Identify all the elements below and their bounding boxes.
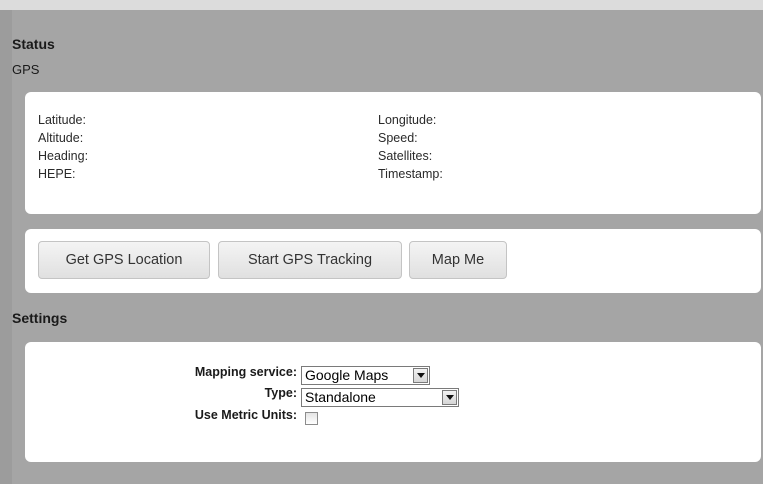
status-subtitle: GPS — [12, 62, 40, 77]
status-title: Status — [12, 36, 55, 52]
status-panel: Latitude: Altitude: Heading: HEPE: Longi… — [25, 92, 761, 214]
type-select[interactable]: Standalone — [301, 388, 459, 407]
heading-label: Heading: — [38, 149, 89, 163]
hepe-label: HEPE: — [38, 167, 76, 181]
settings-title: Settings — [12, 310, 68, 326]
mapping-service-label: Mapping service: — [194, 365, 297, 379]
top-strip — [0, 0, 763, 10]
altitude-label: Altitude: — [38, 131, 84, 145]
gps-content: Status GPS Latitude: Altitude: Heading: … — [12, 10, 763, 484]
map-me-button[interactable]: Map Me — [409, 241, 507, 279]
actions-panel: Get GPS Location Start GPS Tracking Map … — [25, 229, 761, 293]
settings-panel: Mapping service: Google Maps Type: Stand… — [25, 342, 761, 462]
satellites-label: Satellites: — [378, 149, 433, 163]
timestamp-label: Timestamp: — [378, 167, 443, 181]
latitude-label: Latitude: — [38, 113, 86, 127]
metric-units-label: Use Metric Units: — [194, 408, 297, 422]
metric-units-checkbox[interactable] — [305, 412, 318, 425]
type-value: Standalone — [305, 389, 376, 405]
longitude-label: Longitude: — [378, 113, 437, 127]
chevron-down-icon[interactable] — [442, 390, 457, 405]
start-gps-tracking-button[interactable]: Start GPS Tracking — [218, 241, 402, 279]
get-gps-location-button[interactable]: Get GPS Location — [38, 241, 210, 279]
speed-label: Speed: — [378, 131, 418, 145]
mapping-service-select[interactable]: Google Maps — [301, 366, 430, 385]
type-label: Type: — [264, 386, 297, 400]
mapping-service-value: Google Maps — [305, 367, 389, 383]
chevron-down-icon[interactable] — [413, 368, 428, 383]
